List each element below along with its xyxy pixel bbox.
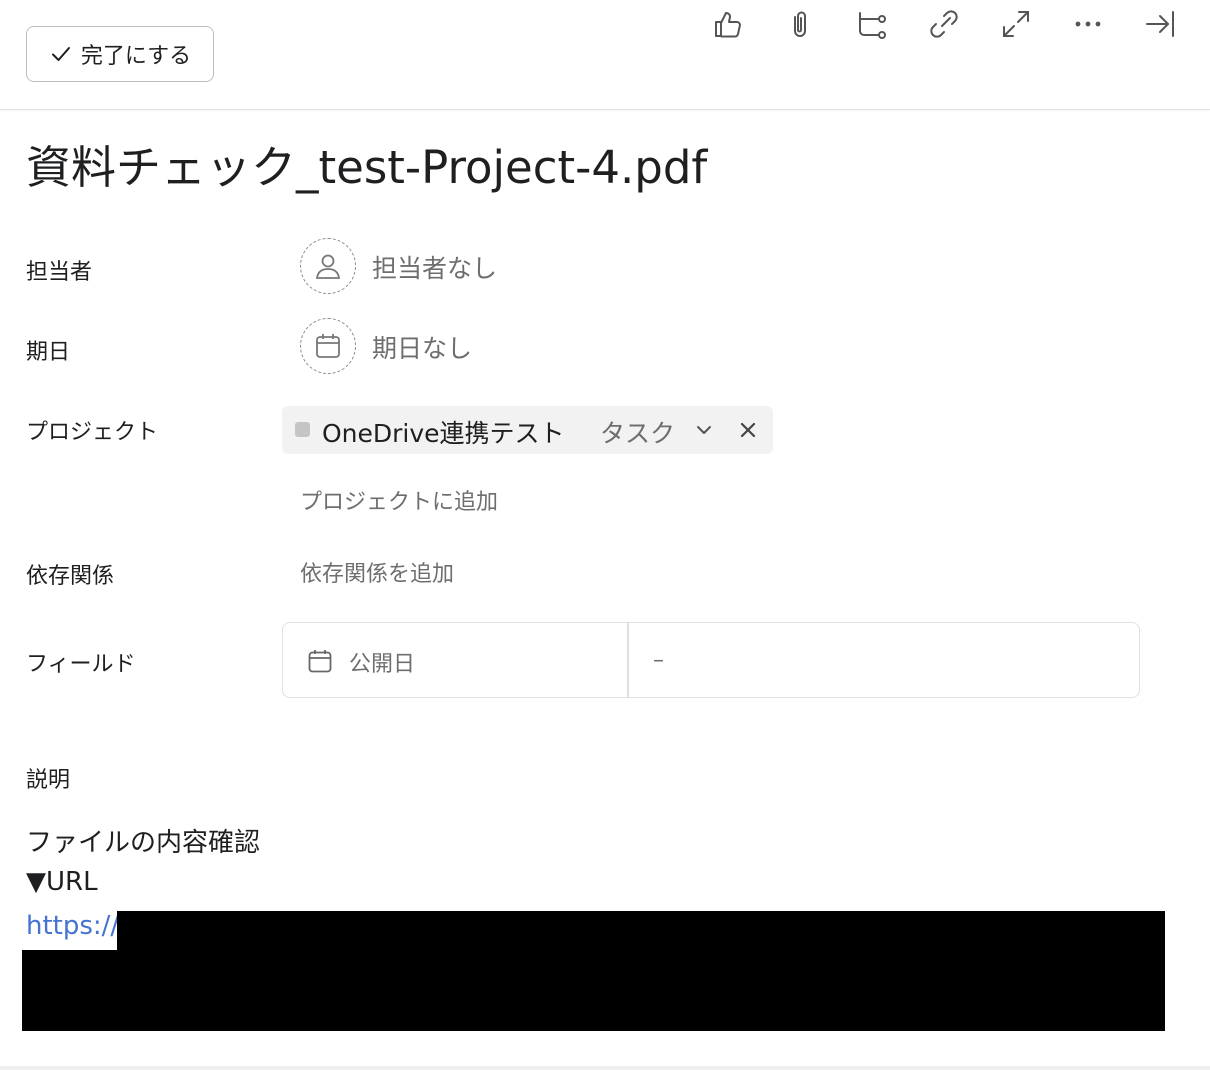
task-title[interactable]: 資料チェック_test-Project-4.pdf xyxy=(26,138,707,198)
mark-complete-label: 完了にする xyxy=(80,44,192,69)
assignee-label: 担当者 xyxy=(26,260,93,285)
due-date-value[interactable]: 期日なし xyxy=(372,329,472,365)
custom-field-value[interactable]: – xyxy=(629,623,1139,697)
description-url-link[interactable]: https:// xyxy=(26,911,119,941)
due-date-label: 期日 xyxy=(26,340,71,365)
custom-fields-label: フィールド xyxy=(26,652,136,677)
due-date-picker[interactable] xyxy=(300,318,356,374)
project-section[interactable]: タスク xyxy=(600,414,675,450)
calendar-icon xyxy=(316,334,340,358)
subtask-button[interactable] xyxy=(848,0,896,48)
like-icon xyxy=(715,12,741,38)
project-pill[interactable]: OneDrive連携テスト タスク xyxy=(282,406,773,454)
add-dependency-link[interactable]: 依存関係を追加 xyxy=(300,556,454,588)
more-icon xyxy=(1075,21,1101,27)
add-to-project-link[interactable]: プロジェクトに追加 xyxy=(300,484,498,516)
dependencies-label: 依存関係 xyxy=(26,564,115,589)
close-icon[interactable] xyxy=(736,418,760,442)
assignee-value[interactable]: 担当者なし xyxy=(372,249,497,285)
mark-complete-button[interactable]: 完了にする xyxy=(26,26,214,82)
description-label: 説明 xyxy=(26,768,71,793)
expand-icon xyxy=(1003,11,1029,37)
more-actions-button[interactable] xyxy=(1064,0,1112,48)
close-pane-icon xyxy=(1146,11,1174,37)
link-icon xyxy=(930,10,958,38)
attachment-icon xyxy=(794,11,806,37)
attachment-button[interactable] xyxy=(776,0,824,48)
custom-field-name: 公開日 xyxy=(349,652,416,677)
project-name[interactable]: OneDrive連携テスト xyxy=(322,414,565,450)
chevron-down-icon[interactable] xyxy=(692,418,716,442)
redacted-block xyxy=(117,911,1165,951)
expand-button[interactable] xyxy=(992,0,1040,48)
like-button[interactable] xyxy=(704,0,752,48)
task-toolbar: 完了にする xyxy=(0,0,1210,110)
calendar-icon xyxy=(308,650,332,673)
projects-label: プロジェクト xyxy=(26,420,159,445)
copy-link-button[interactable] xyxy=(920,0,968,48)
redacted-block xyxy=(22,950,1165,1031)
custom-field-row: 公開日 – xyxy=(282,622,1140,698)
checkmark-icon xyxy=(51,47,70,61)
description-line[interactable]: ファイルの内容確認 xyxy=(26,822,260,859)
close-pane-button[interactable] xyxy=(1136,0,1184,48)
person-icon xyxy=(315,254,341,279)
project-color-dot xyxy=(295,422,310,437)
description-line[interactable]: ▼URL xyxy=(26,867,98,897)
subtask-icon xyxy=(859,12,886,39)
bottom-divider xyxy=(0,1066,1210,1070)
assignee-avatar-placeholder[interactable] xyxy=(300,238,356,294)
